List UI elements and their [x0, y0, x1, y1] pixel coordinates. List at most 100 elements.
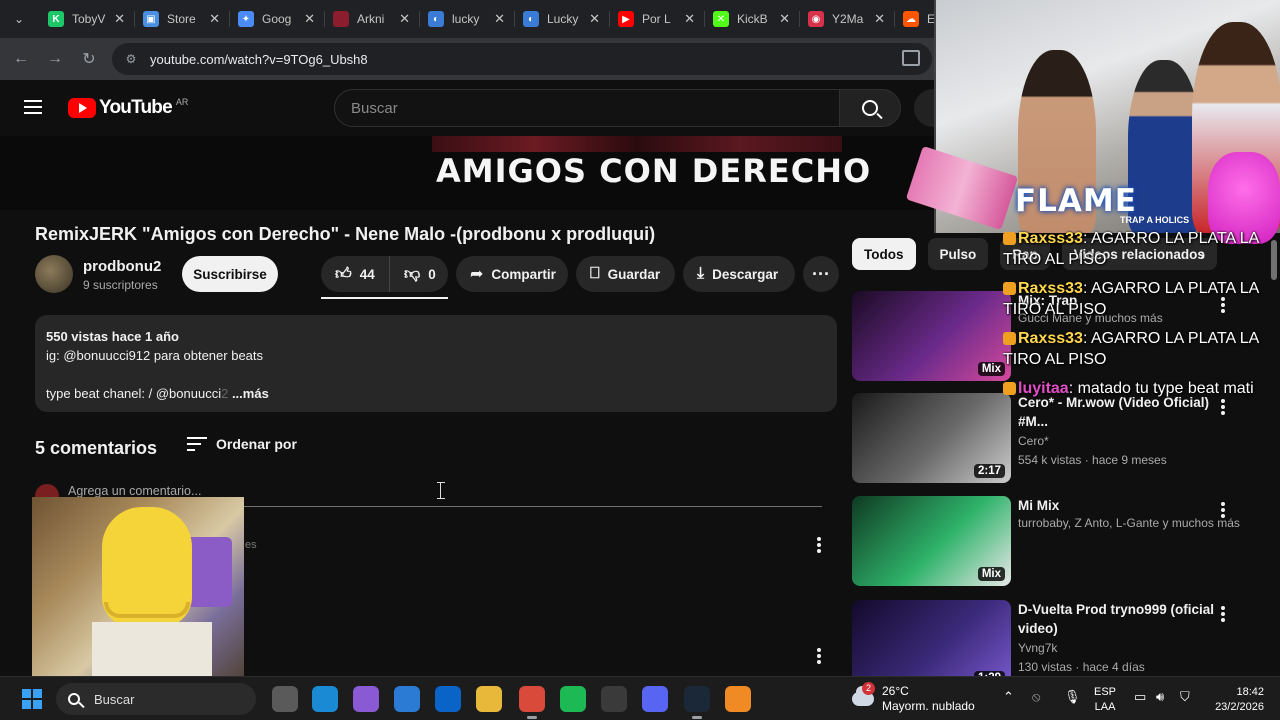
- recommended-menu-icon[interactable]: [1221, 502, 1225, 518]
- tab-search-chevron-icon[interactable]: ⌄: [8, 8, 30, 30]
- taskbar-app-fl-studio-icon[interactable]: [725, 686, 751, 712]
- taskbar-search[interactable]: Buscar: [56, 683, 256, 715]
- recommended-menu-icon[interactable]: [1221, 606, 1225, 622]
- country-code: AR: [175, 97, 189, 107]
- taskbar-app-explorer-icon[interactable]: [476, 686, 502, 712]
- forward-arrow-icon[interactable]: →: [38, 42, 72, 76]
- tab-label: Goog: [262, 12, 292, 26]
- shield-icon[interactable]: ⛉: [1180, 689, 1190, 705]
- share-button[interactable]: ➦ Compartir: [456, 256, 568, 292]
- like-ratio-fill: [321, 297, 448, 299]
- microphone-icon[interactable]: 🎙︎: [1064, 689, 1081, 705]
- recommended-video[interactable]: Mix Mi Mix turrobaby, Z Anto, L-Gante y mu…: [852, 496, 1272, 590]
- tab-favicon-icon: ▶: [618, 11, 634, 27]
- back-arrow-icon[interactable]: ←: [4, 42, 38, 76]
- video-player[interactable]: AMIGOS CON DERECHO: [0, 136, 934, 210]
- hidden-icons-icon[interactable]: ⦸: [1032, 689, 1040, 705]
- browser-tab[interactable]: ▣ Store ✕: [135, 0, 230, 38]
- show-more-link[interactable]: ...más: [228, 386, 269, 401]
- share-arrow-icon: ➦: [470, 266, 484, 283]
- like-button[interactable]: 👍︎ 44: [321, 256, 389, 292]
- video-thumbnail[interactable]: 2:17: [852, 393, 1011, 483]
- comment-menu-icon[interactable]: [817, 537, 821, 553]
- tab-close-icon[interactable]: ✕: [399, 11, 410, 27]
- filter-chip[interactable]: Todos: [852, 238, 916, 270]
- tab-close-icon[interactable]: ✕: [304, 11, 315, 27]
- tab-close-icon[interactable]: ✕: [209, 11, 220, 27]
- windows-start-icon[interactable]: [22, 689, 42, 709]
- chevron-up-icon[interactable]: ⌃: [1003, 689, 1014, 705]
- filter-chip[interactable]: Pulso: [927, 238, 989, 270]
- browser-tab[interactable]: Arkni ✕: [325, 0, 420, 38]
- channel-name[interactable]: prodbonu2: [83, 258, 161, 275]
- browser-tab[interactable]: ✦ Goog ✕: [230, 0, 325, 38]
- search-placeholder: Buscar: [351, 99, 398, 117]
- tab-close-icon[interactable]: ✕: [684, 11, 695, 27]
- recommended-title[interactable]: Mi Mix: [1018, 496, 1218, 515]
- youtube-logo[interactable]: YouTube AR: [68, 97, 188, 119]
- tab-close-icon[interactable]: ✕: [589, 11, 600, 27]
- channel-avatar[interactable]: [35, 255, 73, 293]
- tab-close-icon[interactable]: ✕: [874, 11, 885, 27]
- description-line-channel: type beat chanel: / @bonuucci2 ...más: [46, 384, 826, 403]
- share-label: Compartir: [491, 266, 556, 282]
- browser-tab[interactable]: ✕ KickB ✕: [705, 0, 800, 38]
- view-stats: 550 vistas hace 1 año: [46, 329, 179, 344]
- more-actions-icon[interactable]: ···: [803, 256, 839, 292]
- taskbar-app-obs-icon[interactable]: [601, 686, 627, 712]
- network-icon[interactable]: ▭: [1134, 689, 1146, 705]
- tab-label: Store: [167, 12, 196, 26]
- video-thumbnail[interactable]: Mix: [852, 496, 1011, 586]
- taskbar-app-copilot-icon[interactable]: [353, 686, 379, 712]
- tab-list: K TobyV ✕ ▣ Store ✕ ✦ Goog ✕ Arkni ✕ ◐ lucky ✕ ◐ Lucky ✕…: [40, 0, 990, 38]
- browser-tab[interactable]: ◐ Lucky ✕: [515, 0, 610, 38]
- like-count: 44: [359, 266, 375, 282]
- thumbs-up-icon: 👍︎: [335, 265, 352, 283]
- clock[interactable]: 18:42 23/2/2026: [1208, 685, 1264, 715]
- recommended-channel: Cero*: [1018, 434, 1049, 448]
- volume-icon[interactable]: 🔊︎: [1156, 689, 1164, 705]
- taskbar-app-discord-icon[interactable]: [642, 686, 668, 712]
- site-info-icon[interactable]: ⚙: [122, 50, 140, 68]
- taskbar-app-steam-icon[interactable]: [684, 686, 710, 719]
- browser-tab[interactable]: ◉ Y2Ma ✕: [800, 0, 895, 38]
- subscribe-button[interactable]: Suscribirse: [182, 256, 278, 292]
- description-box[interactable]: 550 vistas hace 1 año ig: @bonuucci912 p…: [35, 315, 837, 412]
- taskbar-app-files-icon[interactable]: [272, 686, 298, 712]
- description-channel-text[interactable]: type beat chanel: / @bonuucci: [46, 386, 221, 401]
- taskbar-app-outlook-icon[interactable]: [435, 686, 461, 712]
- sort-label: Ordenar por: [216, 436, 297, 452]
- chat-message: luyitaa: matado tu type beat mati: [1003, 378, 1280, 399]
- taskbar-app-spotify-icon[interactable]: [560, 686, 586, 712]
- recommended-title[interactable]: D-Vuelta Prod tryno999 (oficial video): [1018, 600, 1218, 638]
- download-button[interactable]: ⤓ Descargar: [683, 256, 795, 292]
- language-code: ESP: [1094, 686, 1117, 698]
- flame-logo: FLAME: [1015, 183, 1137, 219]
- dislike-button[interactable]: 👎︎ 0: [389, 256, 448, 292]
- homer-stream-sticker: [32, 497, 244, 688]
- browser-tab[interactable]: K TobyV ✕: [40, 0, 135, 38]
- browser-tab[interactable]: ▶ Por L ✕: [610, 0, 705, 38]
- language-indicator[interactable]: ESP LAA: [1094, 685, 1116, 715]
- youtube-wordmark: YouTube: [99, 97, 173, 118]
- search-input[interactable]: Buscar: [334, 89, 840, 127]
- comment-placeholder: Agrega un comentario...: [68, 484, 202, 498]
- tab-close-icon[interactable]: ✕: [494, 11, 505, 27]
- address-bar[interactable]: ⚙ youtube.com/watch?v=9TOg6_Ubsh8: [112, 43, 932, 75]
- comment-menu-icon-2[interactable]: [817, 648, 821, 664]
- sort-comments-button[interactable]: Ordenar por: [187, 436, 297, 452]
- menu-icon[interactable]: [24, 100, 42, 114]
- taskbar-app-store-icon[interactable]: [394, 686, 420, 712]
- taskbar-app-chrome-icon[interactable]: [519, 686, 545, 719]
- save-button[interactable]: ⎕ Guardar: [576, 256, 675, 292]
- taskbar-app-edge-icon[interactable]: [312, 686, 338, 712]
- browser-tab[interactable]: ◐ lucky ✕: [420, 0, 515, 38]
- tab-favicon-icon: ◐: [523, 11, 539, 27]
- reload-icon[interactable]: ↻: [72, 42, 106, 76]
- tab-close-icon[interactable]: ✕: [779, 11, 790, 27]
- search-button[interactable]: [839, 89, 901, 127]
- tab-close-icon[interactable]: ✕: [114, 11, 125, 27]
- youtube-header: YouTube AR Buscar: [0, 80, 952, 136]
- video-thumbnail[interactable]: Mix: [852, 291, 1011, 381]
- install-app-icon[interactable]: [902, 50, 920, 66]
